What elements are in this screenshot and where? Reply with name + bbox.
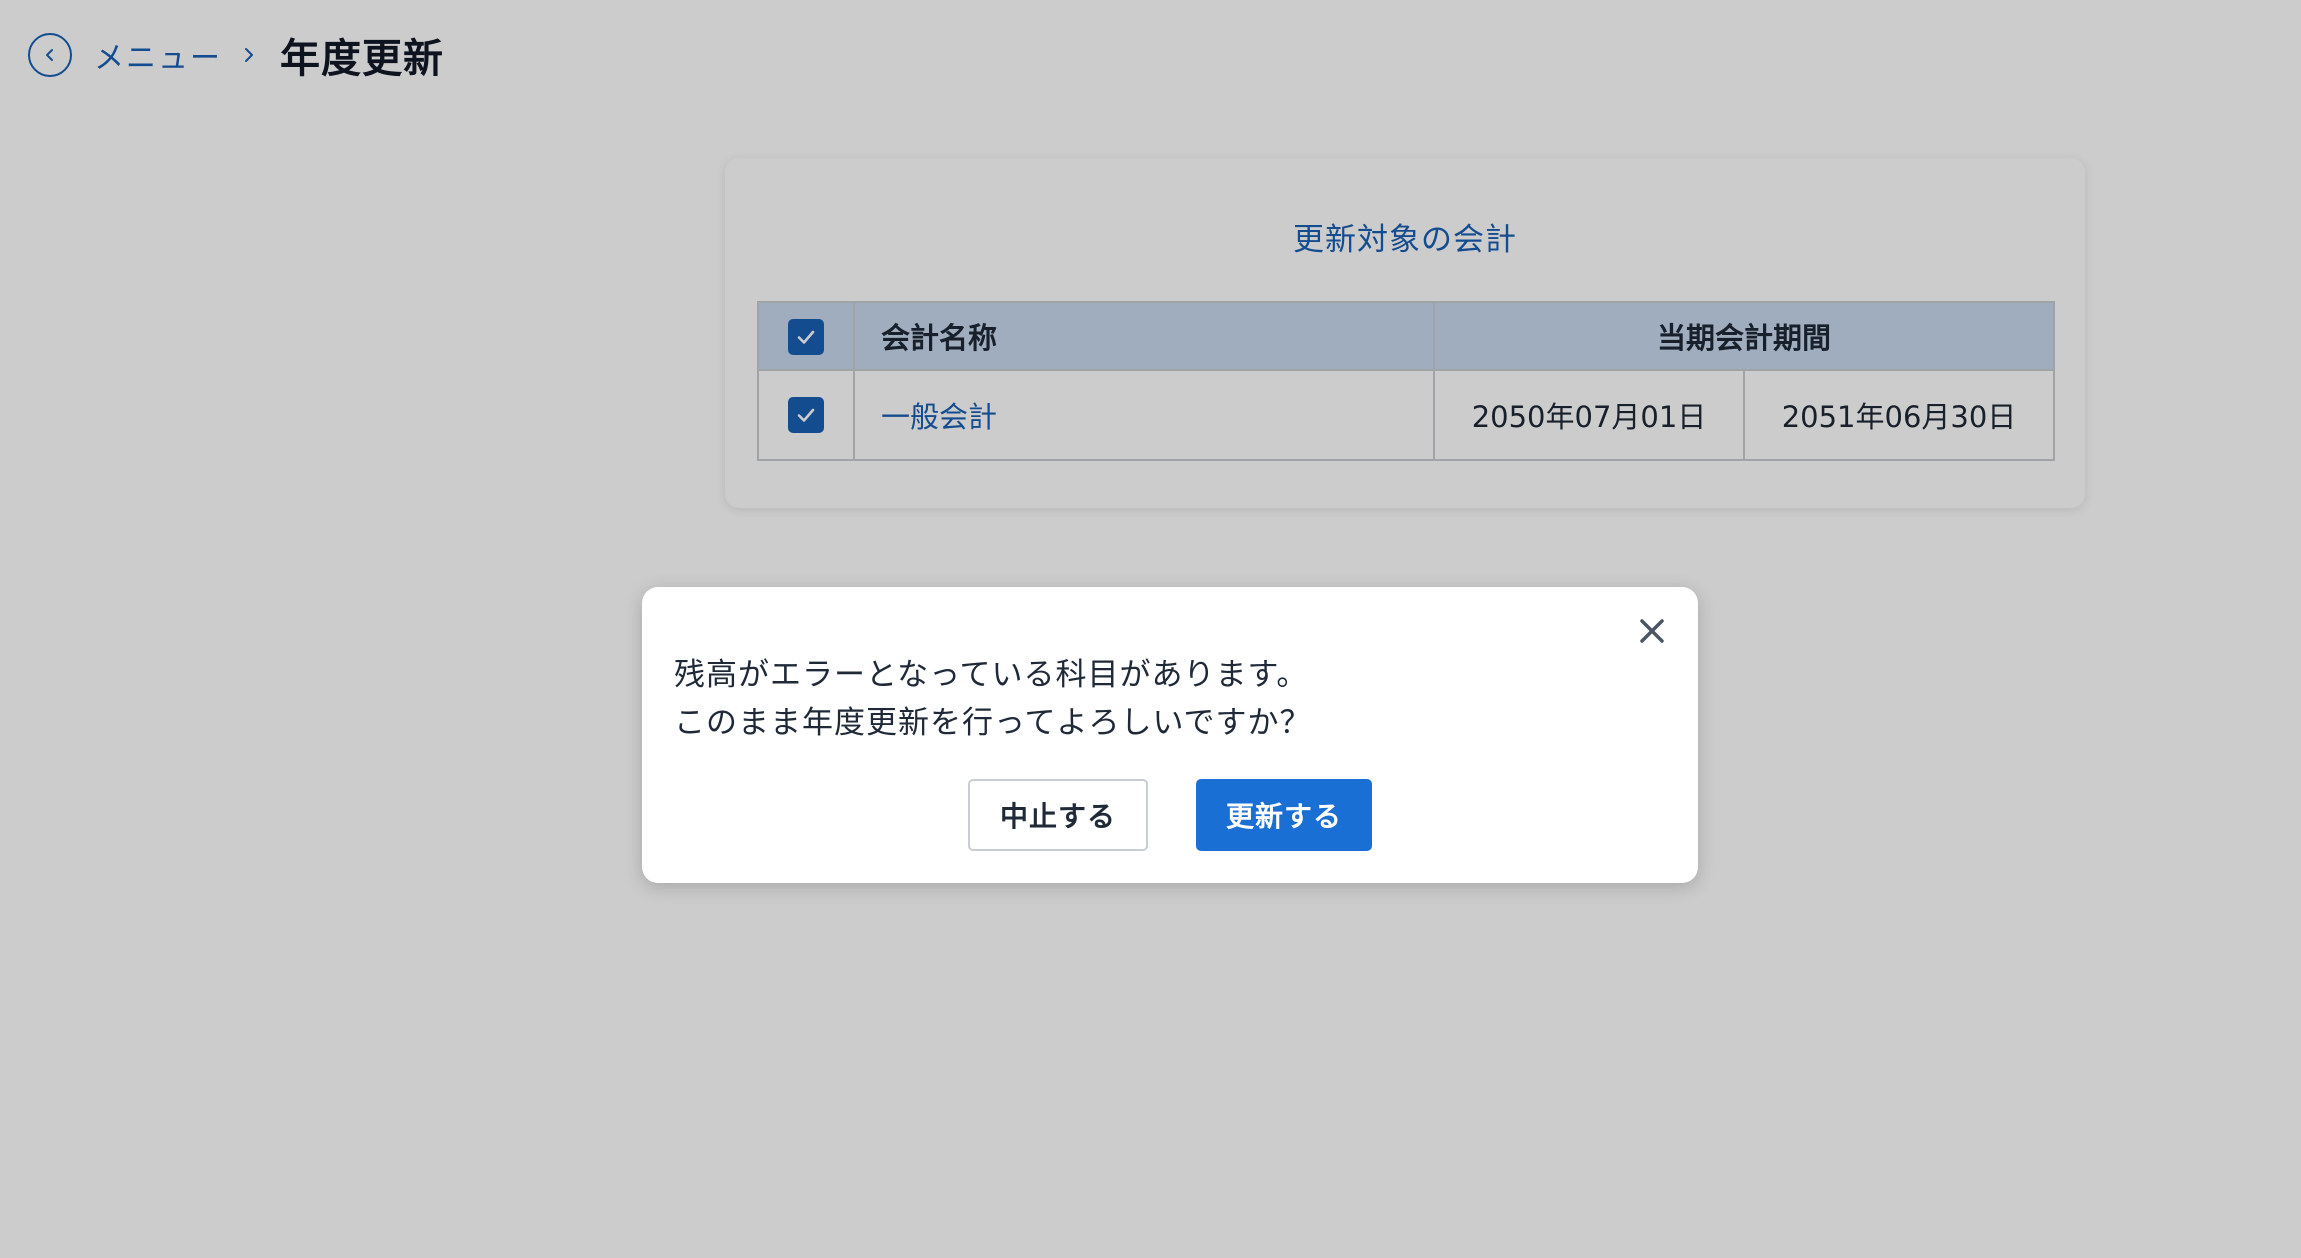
- close-button[interactable]: [1630, 609, 1674, 653]
- close-icon: [1640, 619, 1664, 643]
- confirm-dialog: 残高がエラーとなっている科目があります。 このまま年度更新を行ってよろしいですか…: [642, 587, 1698, 883]
- update-button[interactable]: 更新する: [1196, 779, 1372, 851]
- dialog-message-line2: このまま年度更新を行ってよろしいですか？: [674, 705, 1312, 741]
- dialog-message-line1: 残高がエラーとなっている科目があります。: [674, 657, 1309, 693]
- dialog-message: 残高がエラーとなっている科目があります。 このまま年度更新を行ってよろしいですか…: [674, 651, 1312, 747]
- dialog-actions: 中止する 更新する: [642, 779, 1698, 851]
- cancel-button[interactable]: 中止する: [968, 779, 1148, 851]
- page: メニュー 年度更新 更新対象の会計 会計名称 当期会計期間 一般会計 2050年…: [0, 0, 2301, 1258]
